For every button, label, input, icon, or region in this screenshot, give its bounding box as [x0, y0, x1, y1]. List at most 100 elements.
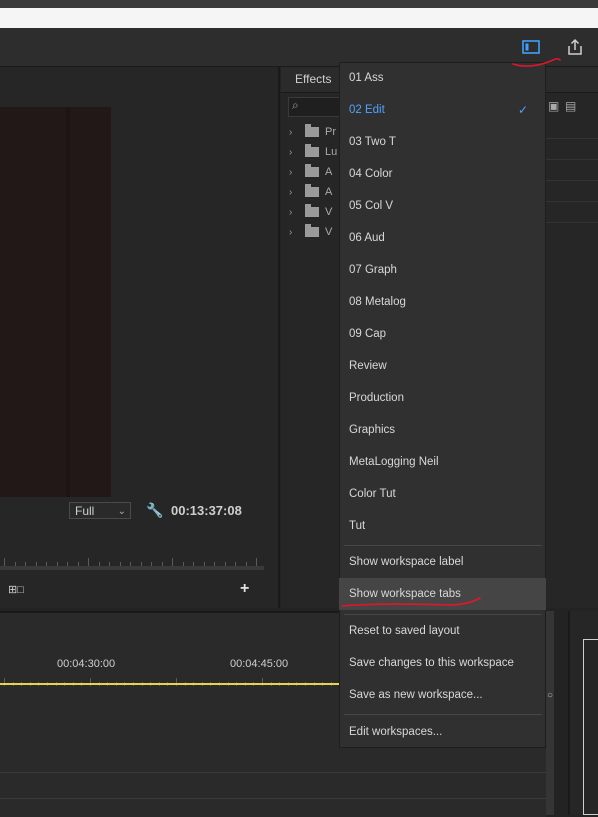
folder-icon: [305, 124, 319, 137]
tree-item-label: V: [325, 206, 333, 218]
playhead-timecode[interactable]: 00:13:37:08: [171, 503, 242, 518]
tab-effects[interactable]: Effects: [295, 72, 331, 86]
chevron-down-icon: ⌄: [117, 506, 126, 517]
menu-item-workspace-selected[interactable]: 02 Edit ✓: [339, 94, 546, 126]
tree-item[interactable]: › A: [289, 184, 332, 200]
menu-item-workspace[interactable]: Production: [339, 382, 546, 414]
chevron-right-icon: ›: [289, 166, 293, 178]
tree-item[interactable]: › Lu: [289, 144, 337, 160]
menu-item-label: 03 Two T: [349, 136, 396, 148]
share-button[interactable]: [562, 35, 588, 59]
workspaces-icon: [522, 40, 540, 54]
menu-item-show-workspace-tabs[interactable]: Show workspace tabs: [339, 578, 546, 610]
folder-icon: [305, 184, 319, 197]
chevron-right-icon: ›: [289, 226, 293, 238]
menu-item-label: Save changes to this workspace: [349, 657, 514, 669]
track-divider: [0, 798, 546, 799]
chevron-right-icon: ›: [289, 126, 293, 138]
ruler-tick: [88, 558, 89, 566]
menu-item-label: Show workspace label: [349, 556, 464, 568]
accelerated-effects-icon[interactable]: ▣: [548, 99, 559, 113]
folder-icon: [305, 224, 319, 237]
checkmark-icon: ✓: [517, 103, 528, 117]
menu-item-label: Review: [349, 360, 387, 372]
monitor-zoom-bar[interactable]: [0, 566, 264, 570]
menu-item-workspace[interactable]: 01 Ass: [339, 62, 546, 94]
tree-item[interactable]: › Pr: [289, 124, 336, 140]
tree-item-label: V: [325, 226, 333, 238]
menu-item-label: 09 Cap: [349, 328, 387, 340]
effects-list-rows: [546, 118, 598, 223]
menu-item-workspace[interactable]: 07 Graph: [339, 254, 546, 286]
tree-item[interactable]: › V: [289, 204, 332, 220]
tree-item[interactable]: › A: [289, 164, 332, 180]
chevron-right-icon: ›: [289, 146, 293, 158]
add-button[interactable]: +: [240, 580, 249, 598]
folder-icon: [305, 204, 319, 217]
menu-item-save-changes[interactable]: Save changes to this workspace: [339, 647, 546, 679]
track-divider: [0, 772, 546, 773]
menu-item-label: MetaLogging Neil: [349, 456, 439, 468]
window-top-strip: [0, 0, 598, 8]
work-area-bar[interactable]: [0, 683, 340, 685]
menu-item-workspace[interactable]: Tut: [339, 510, 546, 542]
menu-item-show-workspace-label[interactable]: Show workspace label: [339, 546, 546, 578]
menu-item-label: Save as new workspace...: [349, 689, 483, 701]
ruler-tick: [4, 558, 5, 566]
menu-item-label: 02 Edit: [349, 104, 385, 116]
chevron-right-icon: ›: [289, 206, 293, 218]
tree-item[interactable]: › V: [289, 224, 332, 240]
menu-item-workspace[interactable]: 08 Metalog: [339, 286, 546, 318]
menu-item-reset-layout[interactable]: Reset to saved layout: [339, 615, 546, 647]
workspaces-button[interactable]: [518, 35, 544, 59]
share-icon: [568, 38, 582, 55]
menu-item-label: Production: [349, 392, 404, 404]
menu-item-workspace[interactable]: 06 Aud: [339, 222, 546, 254]
menu-item-label: 08 Metalog: [349, 296, 406, 308]
timeline-scrollbar[interactable]: [546, 611, 554, 815]
menu-item-label: Reset to saved layout: [349, 625, 460, 637]
title-bar: [0, 8, 598, 28]
tree-item-label: A: [325, 186, 333, 198]
menu-item-label: 06 Aud: [349, 232, 385, 244]
folder-icon: [305, 144, 319, 157]
menu-item-workspace[interactable]: 05 Col V: [339, 190, 546, 222]
zoom-select-value: Full: [75, 504, 95, 518]
monitor-time-ruler[interactable]: [0, 552, 262, 567]
menu-item-workspace[interactable]: 03 Two T: [339, 126, 546, 158]
menu-item-label: Graphics: [349, 424, 396, 436]
menu-item-workspace[interactable]: MetaLogging Neil: [339, 446, 546, 478]
timeline-time-label: 00:04:45:00: [230, 658, 289, 670]
menu-item-workspace[interactable]: 09 Cap: [339, 318, 546, 350]
menu-item-workspace[interactable]: Graphics: [339, 414, 546, 446]
button-editor-icon[interactable]: ⊞□: [8, 583, 24, 596]
menu-item-workspace[interactable]: 04 Color: [339, 158, 546, 190]
yuv-effects-icon[interactable]: ▤: [565, 99, 576, 113]
menu-item-label: 05 Col V: [349, 200, 394, 212]
search-icon: ⌕: [292, 98, 299, 112]
video-frame: [0, 107, 111, 497]
audio-meter: [583, 639, 598, 815]
zoom-select[interactable]: Full ⌄: [69, 502, 131, 519]
menu-item-workspace[interactable]: Review: [339, 350, 546, 382]
menu-item-save-new-workspace[interactable]: Save as new workspace...: [339, 679, 546, 711]
tree-item-label: Pr: [325, 126, 336, 138]
ruler-tick: [172, 558, 173, 566]
menu-item-label: Show workspace tabs: [349, 588, 461, 600]
menu-item-label: 04 Color: [349, 168, 393, 180]
wrench-icon[interactable]: 🔧: [146, 502, 163, 519]
tree-item-label: Lu: [325, 146, 338, 158]
folder-icon: [305, 164, 319, 177]
menu-item-label: Color Tut: [349, 488, 396, 500]
menu-item-edit-workspaces[interactable]: Edit workspaces...: [339, 716, 546, 748]
menu-item-workspace[interactable]: Color Tut: [339, 478, 546, 510]
tree-item-label: A: [325, 166, 333, 178]
chevron-right-icon: ›: [289, 186, 293, 198]
menu-item-label: 07 Graph: [349, 264, 397, 276]
menu-item-label: Tut: [349, 520, 366, 532]
menu-item-label: Edit workspaces...: [349, 726, 443, 738]
scroll-handle-icon[interactable]: ○: [547, 690, 553, 701]
menu-separator: [344, 714, 542, 715]
ruler-tick: [256, 558, 257, 566]
timeline-time-label: 00:04:30:00: [57, 658, 116, 670]
